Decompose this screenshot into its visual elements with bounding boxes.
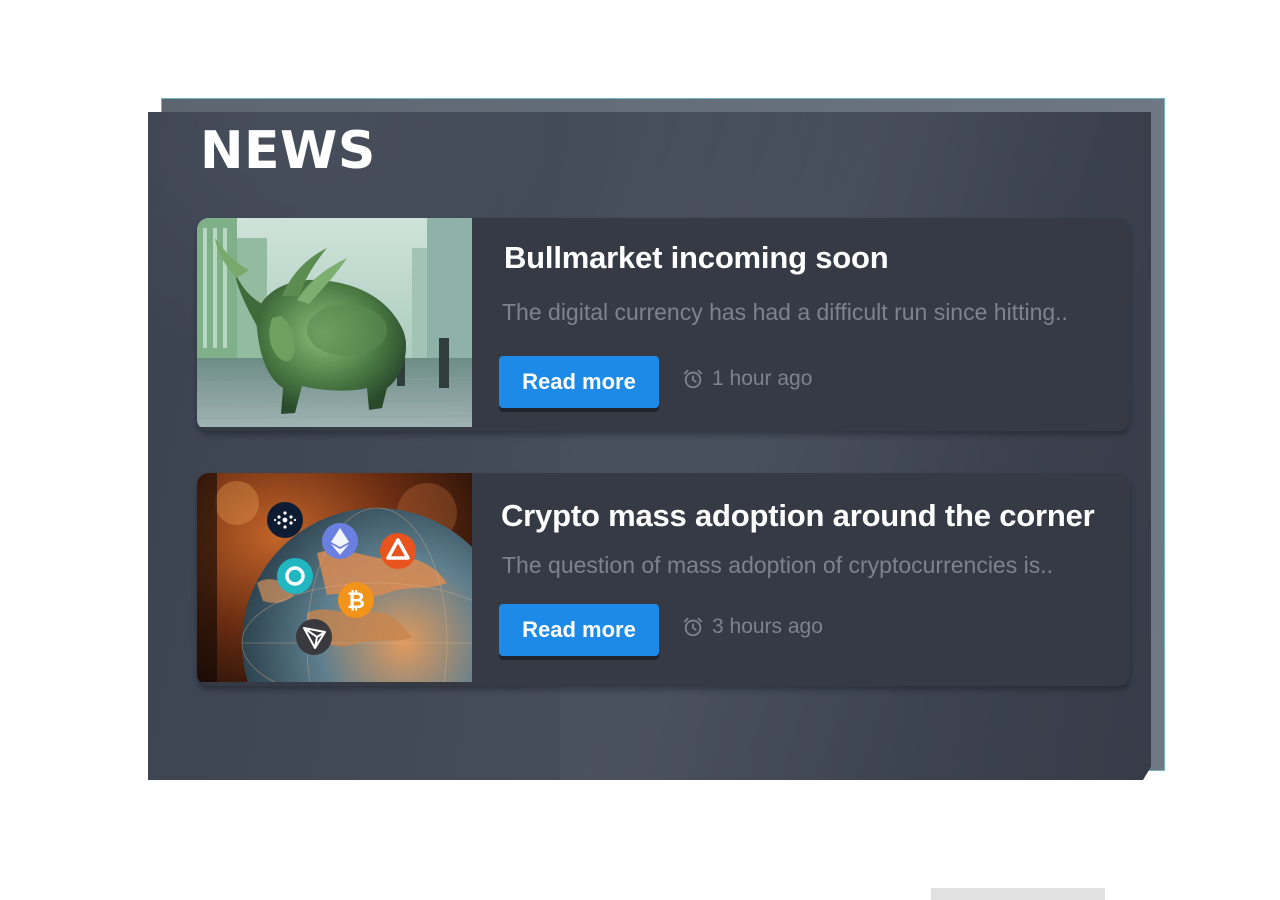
bull-statue-icon <box>197 218 472 427</box>
crypto-globe-icon: ₿ <box>197 473 472 682</box>
news-card: ₿ Crypto mass adoption around the corner… <box>197 473 1130 686</box>
alarm-clock-icon <box>683 369 703 389</box>
article-excerpt: The digital currency has had a difficult… <box>502 299 1068 325</box>
read-more-button[interactable]: Read more <box>499 604 659 656</box>
page-title: NEWS <box>200 121 376 181</box>
alarm-clock-icon <box>683 617 703 637</box>
bull-statue-image[interactable] <box>197 218 472 427</box>
crypto-globe-image[interactable]: ₿ <box>197 473 472 682</box>
article-headline[interactable]: Crypto mass adoption around the corner <box>501 498 1095 534</box>
article-headline[interactable]: Bullmarket incoming soon <box>504 240 889 276</box>
article-timestamp: 3 hours ago <box>682 615 823 639</box>
news-card: Bullmarket incoming soon The digital cur… <box>197 218 1130 431</box>
article-excerpt: The question of mass adoption of cryptoc… <box>502 552 1054 578</box>
decorative-bar <box>931 888 1105 900</box>
article-time-text: 1 hour ago <box>712 367 813 390</box>
read-more-button[interactable]: Read more <box>499 356 659 408</box>
article-timestamp: 1 hour ago <box>682 367 812 391</box>
svg-text:₿: ₿ <box>347 589 365 614</box>
page: NEWS Bullmarket incoming soon The digita… <box>0 0 1280 900</box>
article-time-text: 3 hours ago <box>712 615 823 638</box>
